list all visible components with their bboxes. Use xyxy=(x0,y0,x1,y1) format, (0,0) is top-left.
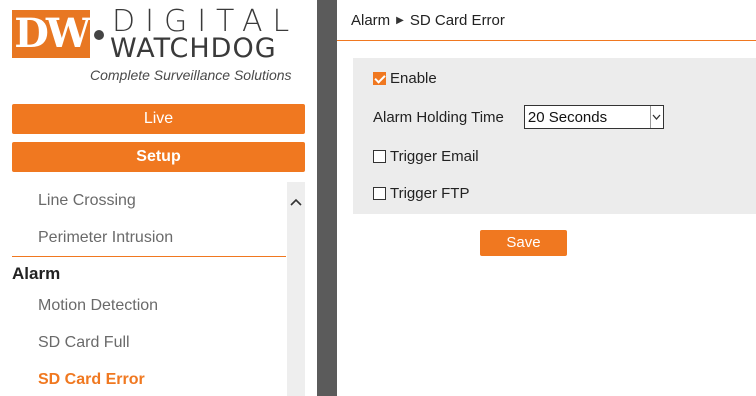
breadcrumb: Alarm ▶ SD Card Error xyxy=(351,12,505,29)
breadcrumb-arrow-icon: ▶ xyxy=(396,15,404,26)
trigger-ftp-checkbox[interactable] xyxy=(373,187,386,200)
holding-time-label: Alarm Holding Time xyxy=(373,108,504,126)
holding-time-value: 20 Seconds xyxy=(527,108,608,126)
main-content: Alarm ▶ SD Card Error Enable Alarm Holding… xyxy=(337,0,756,396)
menu-item-perimeter-intrusion[interactable]: Perimeter Intrusion xyxy=(12,219,286,256)
holding-time-select[interactable]: 20 Seconds xyxy=(523,105,664,129)
trigger-ftp-label: Trigger FTP xyxy=(390,185,470,202)
menu-item-line-crossing[interactable]: Line Crossing xyxy=(12,182,286,219)
holding-time-row: Alarm Holding Time 20 Seconds xyxy=(373,105,664,129)
trigger-ftp-row: Trigger FTP xyxy=(373,185,469,202)
setup-button[interactable]: Setup xyxy=(12,142,305,172)
enable-checkbox[interactable] xyxy=(373,72,386,85)
save-button[interactable]: Save xyxy=(480,230,567,256)
trigger-email-label: Trigger Email xyxy=(390,148,479,165)
panel-divider xyxy=(317,0,337,396)
live-button[interactable]: Live xyxy=(12,104,305,134)
settings-panel: Enable Alarm Holding Time 20 Seconds Tri… xyxy=(353,58,756,214)
breadcrumb-parent[interactable]: Alarm xyxy=(351,12,390,29)
menu-item-sd-card-full[interactable]: SD Card Full xyxy=(12,324,286,361)
sidebar: DW DIGITAL WATCHDOG Complete Surveillanc… xyxy=(0,0,317,396)
enable-row: Enable xyxy=(373,70,437,87)
enable-label: Enable xyxy=(390,70,437,87)
brand-logo: DW DIGITAL WATCHDOG Complete Surveillanc… xyxy=(10,6,310,86)
logo-mark: DW xyxy=(12,10,91,58)
header-divider xyxy=(337,40,756,41)
menu-item-sd-card-error[interactable]: SD Card Error xyxy=(12,361,286,396)
trigger-email-row: Trigger Email xyxy=(373,148,479,165)
logo-text-watchdog: WATCHDOG xyxy=(110,33,277,64)
chevron-up-icon[interactable] xyxy=(287,192,305,212)
breadcrumb-current: SD Card Error xyxy=(409,12,505,29)
logo-tagline: Complete Surveillance Solutions xyxy=(90,67,292,83)
trigger-email-checkbox[interactable] xyxy=(373,150,386,163)
logo-dot xyxy=(94,30,104,40)
menu-section-alarm[interactable]: Alarm xyxy=(12,257,286,287)
menu-item-motion-detection[interactable]: Motion Detection xyxy=(12,287,286,324)
menu-scrollbar[interactable] xyxy=(287,182,305,396)
chevron-down-icon[interactable] xyxy=(649,106,663,128)
settings-menu: Line Crossing Perimeter Intrusion Alarm … xyxy=(12,182,286,396)
